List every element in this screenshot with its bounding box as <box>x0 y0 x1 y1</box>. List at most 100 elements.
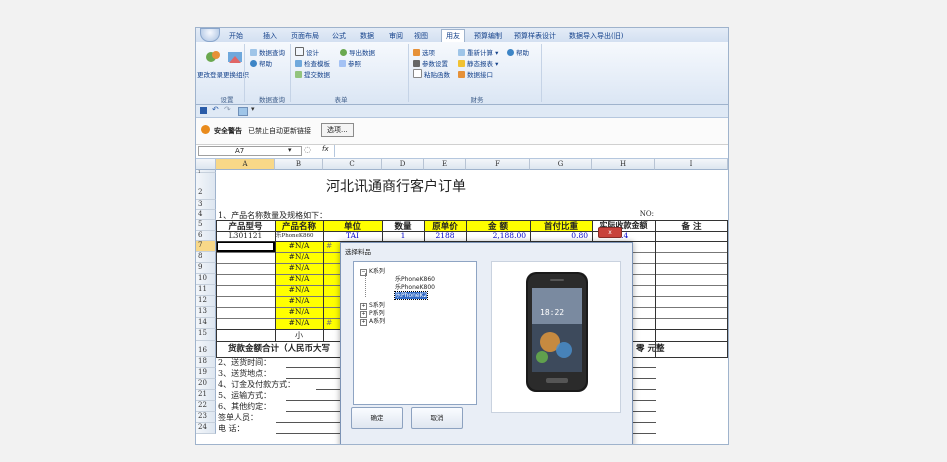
row-header[interactable]: 18 <box>196 357 216 368</box>
row-header[interactable]: 13 <box>196 307 216 318</box>
cell-c14-partial[interactable]: # <box>326 318 340 329</box>
tab-review[interactable]: 审阅 <box>389 31 403 41</box>
customize-qat-icon[interactable]: ▾ <box>251 105 255 113</box>
tab-budget-template[interactable]: 预算样表设计 <box>514 31 556 41</box>
static-report-button[interactable]: 静态报表 ▾ <box>458 58 498 68</box>
row-header[interactable]: 23 <box>196 412 216 423</box>
submit-data-button[interactable]: 提交数据 <box>295 69 330 79</box>
row-header[interactable]: 21 <box>196 390 216 401</box>
header-quantity[interactable]: 数量 <box>382 220 424 231</box>
header-down-payment-ratio[interactable]: 首付比重 <box>530 220 592 231</box>
dialog-close-button[interactable]: x <box>598 227 622 238</box>
insert-function-icon[interactable]: fx <box>322 145 329 153</box>
tab-data[interactable]: 数据 <box>360 31 374 41</box>
row-header[interactable]: 15 <box>196 329 216 341</box>
tab-formulas[interactable]: 公式 <box>332 31 346 41</box>
help-button[interactable]: 帮助 <box>250 58 272 68</box>
cell-a6[interactable]: L301121 <box>216 231 275 241</box>
name-box[interactable]: A7 <box>198 146 302 156</box>
cell-b10[interactable]: #N/A <box>275 274 323 285</box>
row-header[interactable]: 24 <box>196 423 216 434</box>
tree-node-k-series[interactable]: − K系列 <box>360 266 385 276</box>
reference-button[interactable]: 参照 <box>339 58 361 68</box>
header-unit-price[interactable]: 原单价 <box>424 220 466 231</box>
name-box-dropdown-icon[interactable]: ▾ <box>288 146 292 154</box>
tab-view[interactable]: 视图 <box>414 31 428 41</box>
header-amount[interactable]: 金 额 <box>466 220 530 231</box>
cell-f6[interactable]: 2,188.00 <box>466 231 530 241</box>
cell-c6[interactable]: TAI <box>323 231 382 241</box>
finance-help-button[interactable]: 帮助 <box>507 47 529 57</box>
change-org-icon[interactable] <box>226 48 244 66</box>
cell-b11[interactable]: #N/A <box>275 285 323 296</box>
active-cell-a7[interactable] <box>216 241 275 252</box>
formula-cancel-icon[interactable]: ◌ <box>304 145 311 154</box>
row-header[interactable]: 16 <box>196 341 216 357</box>
header-product-name[interactable]: 产品名称 <box>275 220 323 231</box>
undo-icon[interactable]: ↶ <box>212 105 219 114</box>
row-header[interactable]: 22 <box>196 401 216 412</box>
header-product-model[interactable]: 产品型号 <box>216 220 275 231</box>
redo-icon[interactable]: ↷ <box>224 105 231 114</box>
cell-b9[interactable]: #N/A <box>275 263 323 274</box>
row-header[interactable]: 7 <box>196 241 216 252</box>
row-header[interactable]: 3 <box>196 200 216 210</box>
column-header-b[interactable]: B <box>275 159 323 170</box>
row-header[interactable]: 5 <box>196 220 216 231</box>
tab-insert[interactable]: 插入 <box>263 31 277 41</box>
export-data-button[interactable]: 导出数据 <box>340 47 375 57</box>
row-header[interactable]: 11 <box>196 285 216 296</box>
cell-b7[interactable]: #N/A <box>275 241 323 252</box>
row-header[interactable]: 2 <box>196 173 216 200</box>
cell-b14[interactable]: #N/A <box>275 318 323 329</box>
expand-icon[interactable]: + <box>360 319 367 326</box>
cell-g6[interactable]: 0.80 <box>530 231 592 241</box>
column-header-c[interactable]: C <box>323 159 382 170</box>
cell-d6[interactable]: 1 <box>382 231 424 241</box>
print-preview-icon[interactable] <box>238 107 248 116</box>
change-login-button[interactable]: 更改登录 <box>197 69 223 79</box>
check-template-button[interactable]: 检查模板 <box>295 58 330 68</box>
tab-home[interactable]: 开始 <box>229 31 243 41</box>
cell-b6[interactable]: 乐PhoneK860 <box>275 231 323 241</box>
column-header-d[interactable]: D <box>382 159 424 170</box>
data-interface-button[interactable]: 数据接口 <box>458 69 493 79</box>
header-unit[interactable]: 单位 <box>323 220 382 231</box>
row-header[interactable]: 19 <box>196 368 216 379</box>
cell-c7-partial[interactable]: # <box>326 241 340 252</box>
security-options-button[interactable]: 选项... <box>321 123 354 137</box>
row-header[interactable]: 14 <box>196 318 216 329</box>
options-button[interactable]: 选项 <box>413 47 435 57</box>
row-header[interactable]: 20 <box>196 379 216 390</box>
cancel-button[interactable]: 取消 <box>411 407 463 429</box>
column-header-e[interactable]: E <box>424 159 466 170</box>
cell-e6[interactable]: 2188 <box>424 231 466 241</box>
formula-input[interactable] <box>334 145 727 157</box>
row-header[interactable]: 12 <box>196 296 216 307</box>
cell-b12[interactable]: #N/A <box>275 296 323 307</box>
change-login-icon[interactable] <box>204 48 222 66</box>
change-org-button[interactable]: 更换组织 <box>223 69 249 79</box>
cell-b8[interactable]: #N/A <box>275 252 323 263</box>
tab-page-layout[interactable]: 页面布局 <box>291 31 319 41</box>
ok-button[interactable]: 确定 <box>351 407 403 429</box>
row-header[interactable]: 10 <box>196 274 216 285</box>
column-header-i[interactable]: I <box>655 159 728 170</box>
param-settings-button[interactable]: 参数设置 <box>413 58 448 68</box>
cell-b13[interactable]: #N/A <box>275 307 323 318</box>
column-header-g[interactable]: G <box>530 159 592 170</box>
tree-node-k2[interactable]: 乐PhoneK2 <box>393 290 429 300</box>
data-query-button[interactable]: 数据查询 <box>250 47 285 57</box>
tab-budget-edit[interactable]: 预算编制 <box>474 31 502 41</box>
tab-data-import-export[interactable]: 数据导入导出(旧) <box>569 31 623 41</box>
paste-function-button[interactable]: 粘贴函数 <box>413 69 450 79</box>
recalculate-button[interactable]: 重新计算 ▾ <box>458 47 498 57</box>
tree-node-a-series[interactable]: + A系列 <box>360 316 385 326</box>
column-header-f[interactable]: F <box>466 159 530 170</box>
office-button[interactable] <box>200 28 220 42</box>
column-header-a[interactable]: A <box>216 159 275 170</box>
save-icon[interactable] <box>200 107 207 114</box>
header-remarks[interactable]: 备 注 <box>655 220 728 231</box>
row-header[interactable]: 8 <box>196 252 216 263</box>
column-header-h[interactable]: H <box>592 159 655 170</box>
